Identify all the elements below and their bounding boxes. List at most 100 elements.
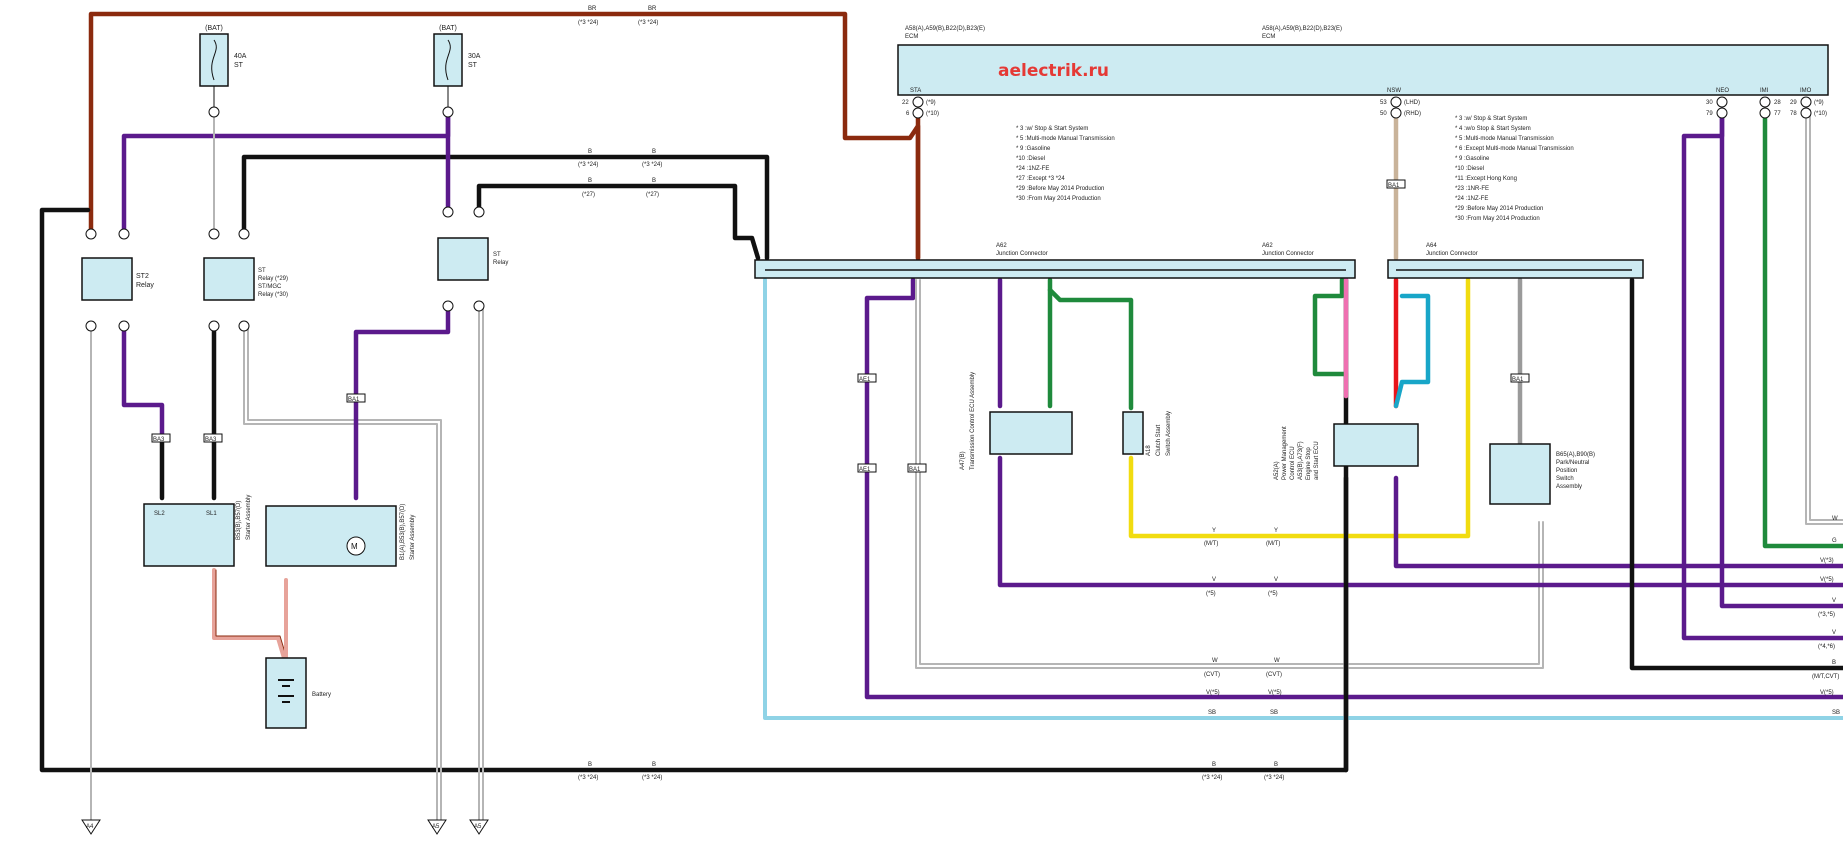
clutch-switch: A18 Clutch Start Switch Assembly [1122, 411, 1172, 456]
lbl: Y [1212, 528, 1216, 534]
pnp-l2: Park/Neutral [1556, 460, 1589, 466]
lbl: B [588, 149, 592, 155]
edge-label: SB [1832, 710, 1840, 716]
ground-a5: A5 [432, 824, 440, 830]
battery-label: Battery [312, 692, 331, 698]
wire-st2-down-v [121, 323, 165, 439]
wire-v-neo2 [1719, 107, 1843, 609]
note-line: * 4 :w/o Stop & Start System [1455, 126, 1531, 132]
note-line: *24 :1NZ-FE [1455, 196, 1488, 202]
a64-sub: Junction Connector [1426, 251, 1478, 257]
fuse-name: ST [468, 62, 478, 69]
fuse-name: ST [234, 62, 244, 69]
connector-tag: AE1 [859, 467, 871, 473]
pnp-l4: Switch [1556, 476, 1574, 482]
wire-b-top [241, 154, 770, 261]
lbl: (M/T) [1204, 541, 1218, 547]
wire-w-imo2 [1809, 109, 1843, 521]
edge-label: V(*5) [1820, 690, 1834, 696]
note-line: * 5 :Multi-mode Manual Transmission [1455, 136, 1554, 142]
lbl: V [1274, 577, 1278, 583]
lbl: B [1274, 762, 1278, 768]
wire-v-pm [1393, 475, 1843, 569]
lbl: B [588, 762, 592, 768]
tc-ecu-label: A47(B) [960, 451, 966, 470]
lbl: W [1274, 658, 1280, 664]
a62-left-label: A62 [996, 243, 1007, 249]
sl1-label: SL1 [206, 511, 217, 517]
lbl: B [652, 149, 656, 155]
lbl: (*3 *24) [1264, 775, 1284, 781]
st-relay-right-label-2: Relay [493, 260, 508, 266]
clutch-label: A18 [1146, 445, 1152, 456]
note-line: *24 :1NZ-FE [1016, 166, 1049, 172]
lbl: (*3 *24) [578, 20, 598, 26]
sl2-label: SL2 [154, 511, 165, 517]
a62-left-sub: Junction Connector [996, 251, 1048, 257]
lbl: (*3 *24) [578, 775, 598, 781]
ecm-nsw-pin-53: 53 [1380, 100, 1387, 106]
pm-ecu-l3: Control ECU [1290, 446, 1296, 480]
wire-w-cvt-inner [919, 279, 1540, 665]
edge-label: B [1832, 660, 1836, 666]
lbl: (*3 *24) [642, 775, 662, 781]
st-relay-right-label-1: ST [493, 252, 501, 258]
pm-ecu-l6: and Start ECU [1314, 441, 1320, 480]
lbl: V(*5) [1206, 690, 1220, 696]
ecm-pin-77: 77 [1774, 111, 1781, 117]
lbl: B [1212, 762, 1216, 768]
pnp-switch: B65(A),B90(B) Park/Neutral Position Swit… [1489, 443, 1595, 505]
pm-ecu-l2: Power Management [1282, 426, 1288, 480]
starter-b-sub: Starter Assembly [246, 495, 252, 540]
ecm-sta-pin-22: 22 [902, 100, 909, 106]
starter-assembly-b: SL2 SL1 B53(B),B57(D) Starter Assembly [143, 495, 252, 567]
a62-right-sub: Junction Connector [1262, 251, 1314, 257]
ecm-pin-79: 79 [1706, 111, 1713, 117]
lbl: V(*5) [1268, 690, 1282, 696]
wire-st-relay-w2 [247, 325, 442, 821]
note-line: *10 :Diesel [1016, 156, 1045, 162]
ecm-pin-nsw: NSW [1387, 88, 1401, 94]
wire-l [1393, 293, 1431, 409]
lbl: (*27) [646, 192, 659, 198]
st-relay-right: ST Relay [437, 206, 508, 312]
ecm-pin-imi: IMI [1760, 88, 1769, 94]
ecm: A58(A),A59(B),B22(D),B23(E) ECM A58(A),A… [897, 26, 1829, 119]
ecm-nsw-rhd: (RHD) [1404, 111, 1421, 117]
note-line: *30 :From May 2014 Production [1455, 216, 1540, 222]
ecm-name-left: ECM [905, 34, 918, 40]
wires [39, 11, 1843, 821]
ecm-sta-note-10: (*10) [926, 111, 939, 117]
connector-tag: BA1 [348, 397, 360, 403]
note-line: * 3 :w/ Stop & Start System [1016, 126, 1088, 132]
wire-br-starter-battery-outline [215, 569, 287, 657]
st2-relay: ST2 Relay [81, 228, 154, 332]
lbl: BR [648, 6, 657, 12]
note-line: *10 :Diesel [1455, 166, 1484, 172]
ecm-note-9: (*9) [1814, 100, 1824, 106]
st-relay-left: ST Relay (*29) ST/MGC Relay (*30) [203, 228, 288, 332]
ecm-pin-29: 29 [1790, 100, 1797, 106]
fuse-rating: 40A [234, 53, 247, 60]
wire-sb [763, 278, 1843, 720]
starter-assembly-a: M B1(A),B53(B),B57(D) Starter Assembly [265, 504, 416, 567]
lbl: (*3 *24) [1202, 775, 1222, 781]
ecm-pin-78: 78 [1790, 111, 1797, 117]
wiring-diagram: (BAT) 40A ST (BAT) 30A ST ST2 Relay ST R… [39, 6, 1843, 835]
ecm-name-right: ECM [1262, 34, 1275, 40]
wire-g-imi [1762, 107, 1843, 549]
grounds: A4 A5 A5 [81, 819, 489, 835]
ecm-nsw-lhd: (LHD) [1404, 100, 1420, 106]
st-relay-label-1: ST [258, 268, 266, 274]
note-line: *11 :Except Hong Kong [1455, 176, 1517, 182]
a62-right-label: A62 [1262, 243, 1273, 249]
wire-y [1128, 277, 1471, 539]
edge-label: G [1832, 538, 1837, 544]
note-line: * 3 :w/ Stop & Start System [1455, 116, 1527, 122]
note-line: *29 :Before May 2014 Production [1016, 186, 1104, 192]
st-relay-label-3: ST/MGC [258, 284, 282, 290]
note-line: * 5 :Multi-mode Manual Transmission [1016, 136, 1115, 142]
notes-left: * 3 :w/ Stop & Start System * 5 :Multi-m… [1016, 126, 1115, 202]
ecm-note-10: (*10) [1814, 111, 1827, 117]
ecm-pin-30: 30 [1706, 100, 1713, 106]
